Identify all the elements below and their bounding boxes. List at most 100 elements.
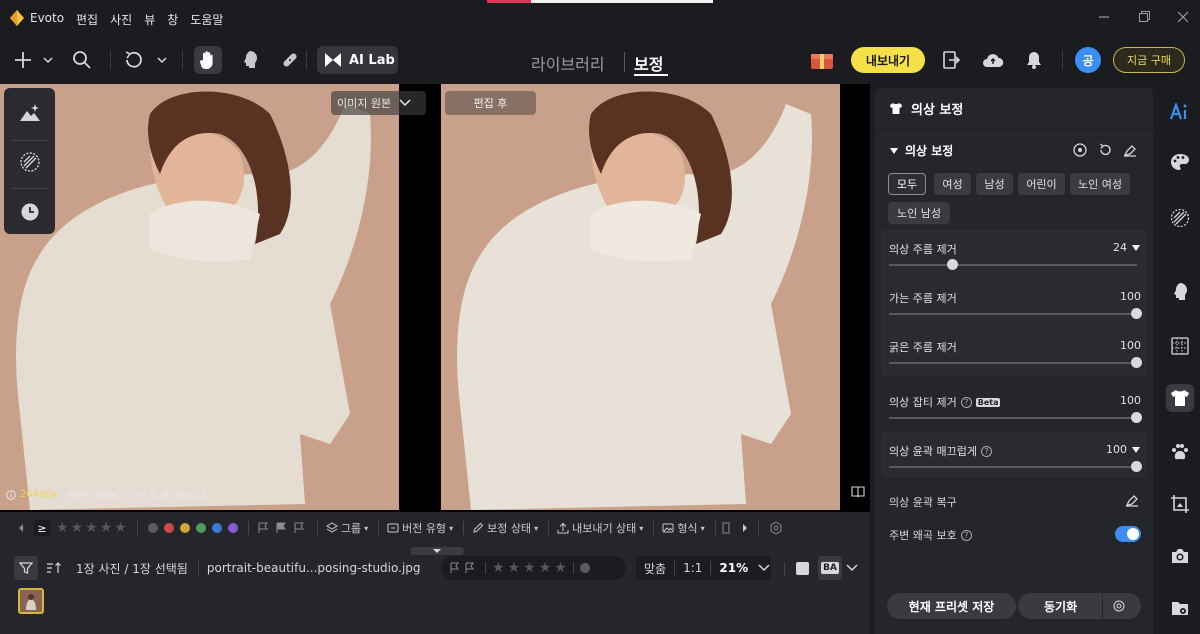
- color-label-dot[interactable]: [579, 563, 590, 573]
- undo-button[interactable]: [122, 46, 172, 74]
- auto-adjust-button[interactable]: [17, 100, 43, 126]
- texture-button[interactable]: [17, 149, 43, 175]
- rating-stars[interactable]: ★ ★ ★ ★ ★: [492, 560, 567, 576]
- crop-icon: [1171, 495, 1189, 513]
- rail-crop[interactable]: [1166, 490, 1194, 518]
- rating-operator[interactable]: ≥: [34, 520, 50, 536]
- filter-toggle-button[interactable]: [14, 556, 38, 580]
- reset-icon[interactable]: [1098, 143, 1112, 157]
- help-icon[interactable]: ?: [980, 445, 992, 457]
- chip-senior-men[interactable]: 노인 남성: [888, 202, 950, 224]
- slider-track[interactable]: [889, 362, 1137, 364]
- eraser-icon[interactable]: [1123, 143, 1137, 157]
- chevron-down-icon[interactable]: [758, 564, 770, 572]
- sort-icon[interactable]: [46, 561, 62, 575]
- rail-background[interactable]: [1166, 332, 1194, 360]
- chip-all[interactable]: 모두: [888, 173, 926, 195]
- rail-face[interactable]: [1166, 278, 1194, 306]
- slider-value[interactable]: 100: [1106, 443, 1141, 456]
- single-view-button[interactable]: [796, 562, 809, 575]
- sync-settings-icon[interactable]: [1113, 600, 1125, 612]
- slider-track[interactable]: [889, 264, 1137, 266]
- photo-thumbnail[interactable]: [18, 588, 44, 614]
- before-after-button[interactable]: BA: [818, 556, 842, 580]
- scroll-right-icon[interactable]: [740, 523, 750, 533]
- rail-texture[interactable]: [1166, 204, 1194, 232]
- original-view-dropdown[interactable]: 이미지 원본: [331, 91, 426, 115]
- rail-camera[interactable]: [1166, 542, 1194, 570]
- fit-button[interactable]: 맞춤: [644, 560, 666, 577]
- add-button[interactable]: [12, 46, 56, 74]
- zoom-level[interactable]: 21%: [719, 561, 748, 575]
- rail-clothing[interactable]: [1166, 384, 1194, 412]
- rail-ai[interactable]: [1166, 98, 1194, 126]
- one-to-one-button[interactable]: 1:1: [683, 561, 702, 575]
- slider-track[interactable]: [889, 313, 1137, 315]
- avatar[interactable]: 공: [1075, 47, 1101, 73]
- chip-men[interactable]: 남성: [976, 173, 1013, 195]
- cloud-button[interactable]: [979, 46, 1007, 74]
- more-filter-icon[interactable]: [722, 522, 732, 534]
- export-status-filter[interactable]: 내보내기 상태: [572, 520, 636, 536]
- hand-tool-button[interactable]: [194, 46, 222, 74]
- funnel-icon: [19, 562, 33, 574]
- slider-knob[interactable]: [947, 259, 959, 270]
- chip-senior-women[interactable]: 노인 여성: [1070, 173, 1130, 195]
- slider-track[interactable]: [889, 466, 1137, 468]
- tab-edit[interactable]: 보정: [634, 51, 663, 75]
- rail-pet[interactable]: [1166, 438, 1194, 466]
- exit-button[interactable]: [937, 46, 965, 74]
- protect-toggle[interactable]: [1115, 526, 1141, 542]
- filter-settings-icon[interactable]: [769, 521, 783, 535]
- ai-lab-button[interactable]: AI Lab: [317, 46, 398, 74]
- ai-lab-label: AI Lab: [349, 52, 395, 68]
- rail-palette[interactable]: [1166, 148, 1194, 176]
- rail-preview[interactable]: [1166, 594, 1194, 622]
- menu-photo[interactable]: 사진: [110, 11, 132, 28]
- section-header[interactable]: 의상 보정: [889, 142, 953, 159]
- flag-filter-icon[interactable]: [257, 522, 309, 534]
- search-button[interactable]: [68, 46, 96, 74]
- menu-window[interactable]: 창: [167, 11, 178, 28]
- tab-library[interactable]: 라이브러리: [531, 51, 605, 75]
- version-filter[interactable]: 버전 유형: [402, 520, 446, 536]
- menu-help[interactable]: 도움말: [190, 11, 223, 28]
- chip-women[interactable]: 여성: [934, 173, 971, 195]
- slider-track[interactable]: [889, 417, 1137, 419]
- slider-knob[interactable]: [1131, 357, 1142, 368]
- maximize-icon[interactable]: [1137, 10, 1151, 24]
- chip-children[interactable]: 어린이: [1018, 173, 1065, 195]
- canvas-area[interactable]: 이미지 원본 편집 후 2048px - 빠른 미리보기 모드로 표시됩니다: [0, 84, 870, 512]
- notification-button[interactable]: [1020, 46, 1048, 74]
- slider-knob[interactable]: [1131, 308, 1142, 319]
- gift-button[interactable]: [808, 46, 836, 74]
- scroll-left-icon[interactable]: [16, 523, 26, 533]
- close-icon[interactable]: [1176, 10, 1190, 24]
- save-preset-button[interactable]: 현재 프리셋 저장: [887, 593, 1016, 619]
- top-strip: [487, 0, 713, 3]
- help-icon[interactable]: ?: [960, 396, 972, 408]
- rating-filter-stars[interactable]: ★ ★ ★ ★ ★: [56, 520, 127, 536]
- buy-now-button[interactable]: 지금 구매: [1113, 47, 1185, 73]
- group-filter[interactable]: 그룹: [341, 520, 361, 536]
- slider-value[interactable]: 24: [1113, 241, 1141, 254]
- minimize-icon[interactable]: [1097, 10, 1111, 24]
- menu-view[interactable]: 뷰: [144, 11, 155, 28]
- format-filter[interactable]: 형식: [677, 520, 697, 536]
- color-label-filter[interactable]: [147, 523, 238, 533]
- help-icon[interactable]: ?: [960, 529, 972, 541]
- chevron-down-icon[interactable]: [846, 564, 858, 572]
- menu-edit[interactable]: 편집: [76, 11, 98, 28]
- status-filter[interactable]: 보정 상태: [487, 520, 531, 536]
- slider-knob[interactable]: [1131, 461, 1142, 472]
- sync-button[interactable]: 동기화: [1018, 593, 1141, 619]
- eye-icon[interactable]: [1073, 143, 1087, 157]
- brush-icon[interactable]: [1125, 493, 1139, 507]
- flag-icon[interactable]: [449, 562, 479, 574]
- history-button[interactable]: [17, 199, 43, 225]
- export-button[interactable]: 내보내기: [851, 47, 925, 73]
- face-tool-button[interactable]: [236, 46, 264, 74]
- bandage-tool-button[interactable]: [276, 46, 304, 74]
- book-icon[interactable]: [851, 486, 865, 498]
- slider-knob[interactable]: [1131, 412, 1142, 423]
